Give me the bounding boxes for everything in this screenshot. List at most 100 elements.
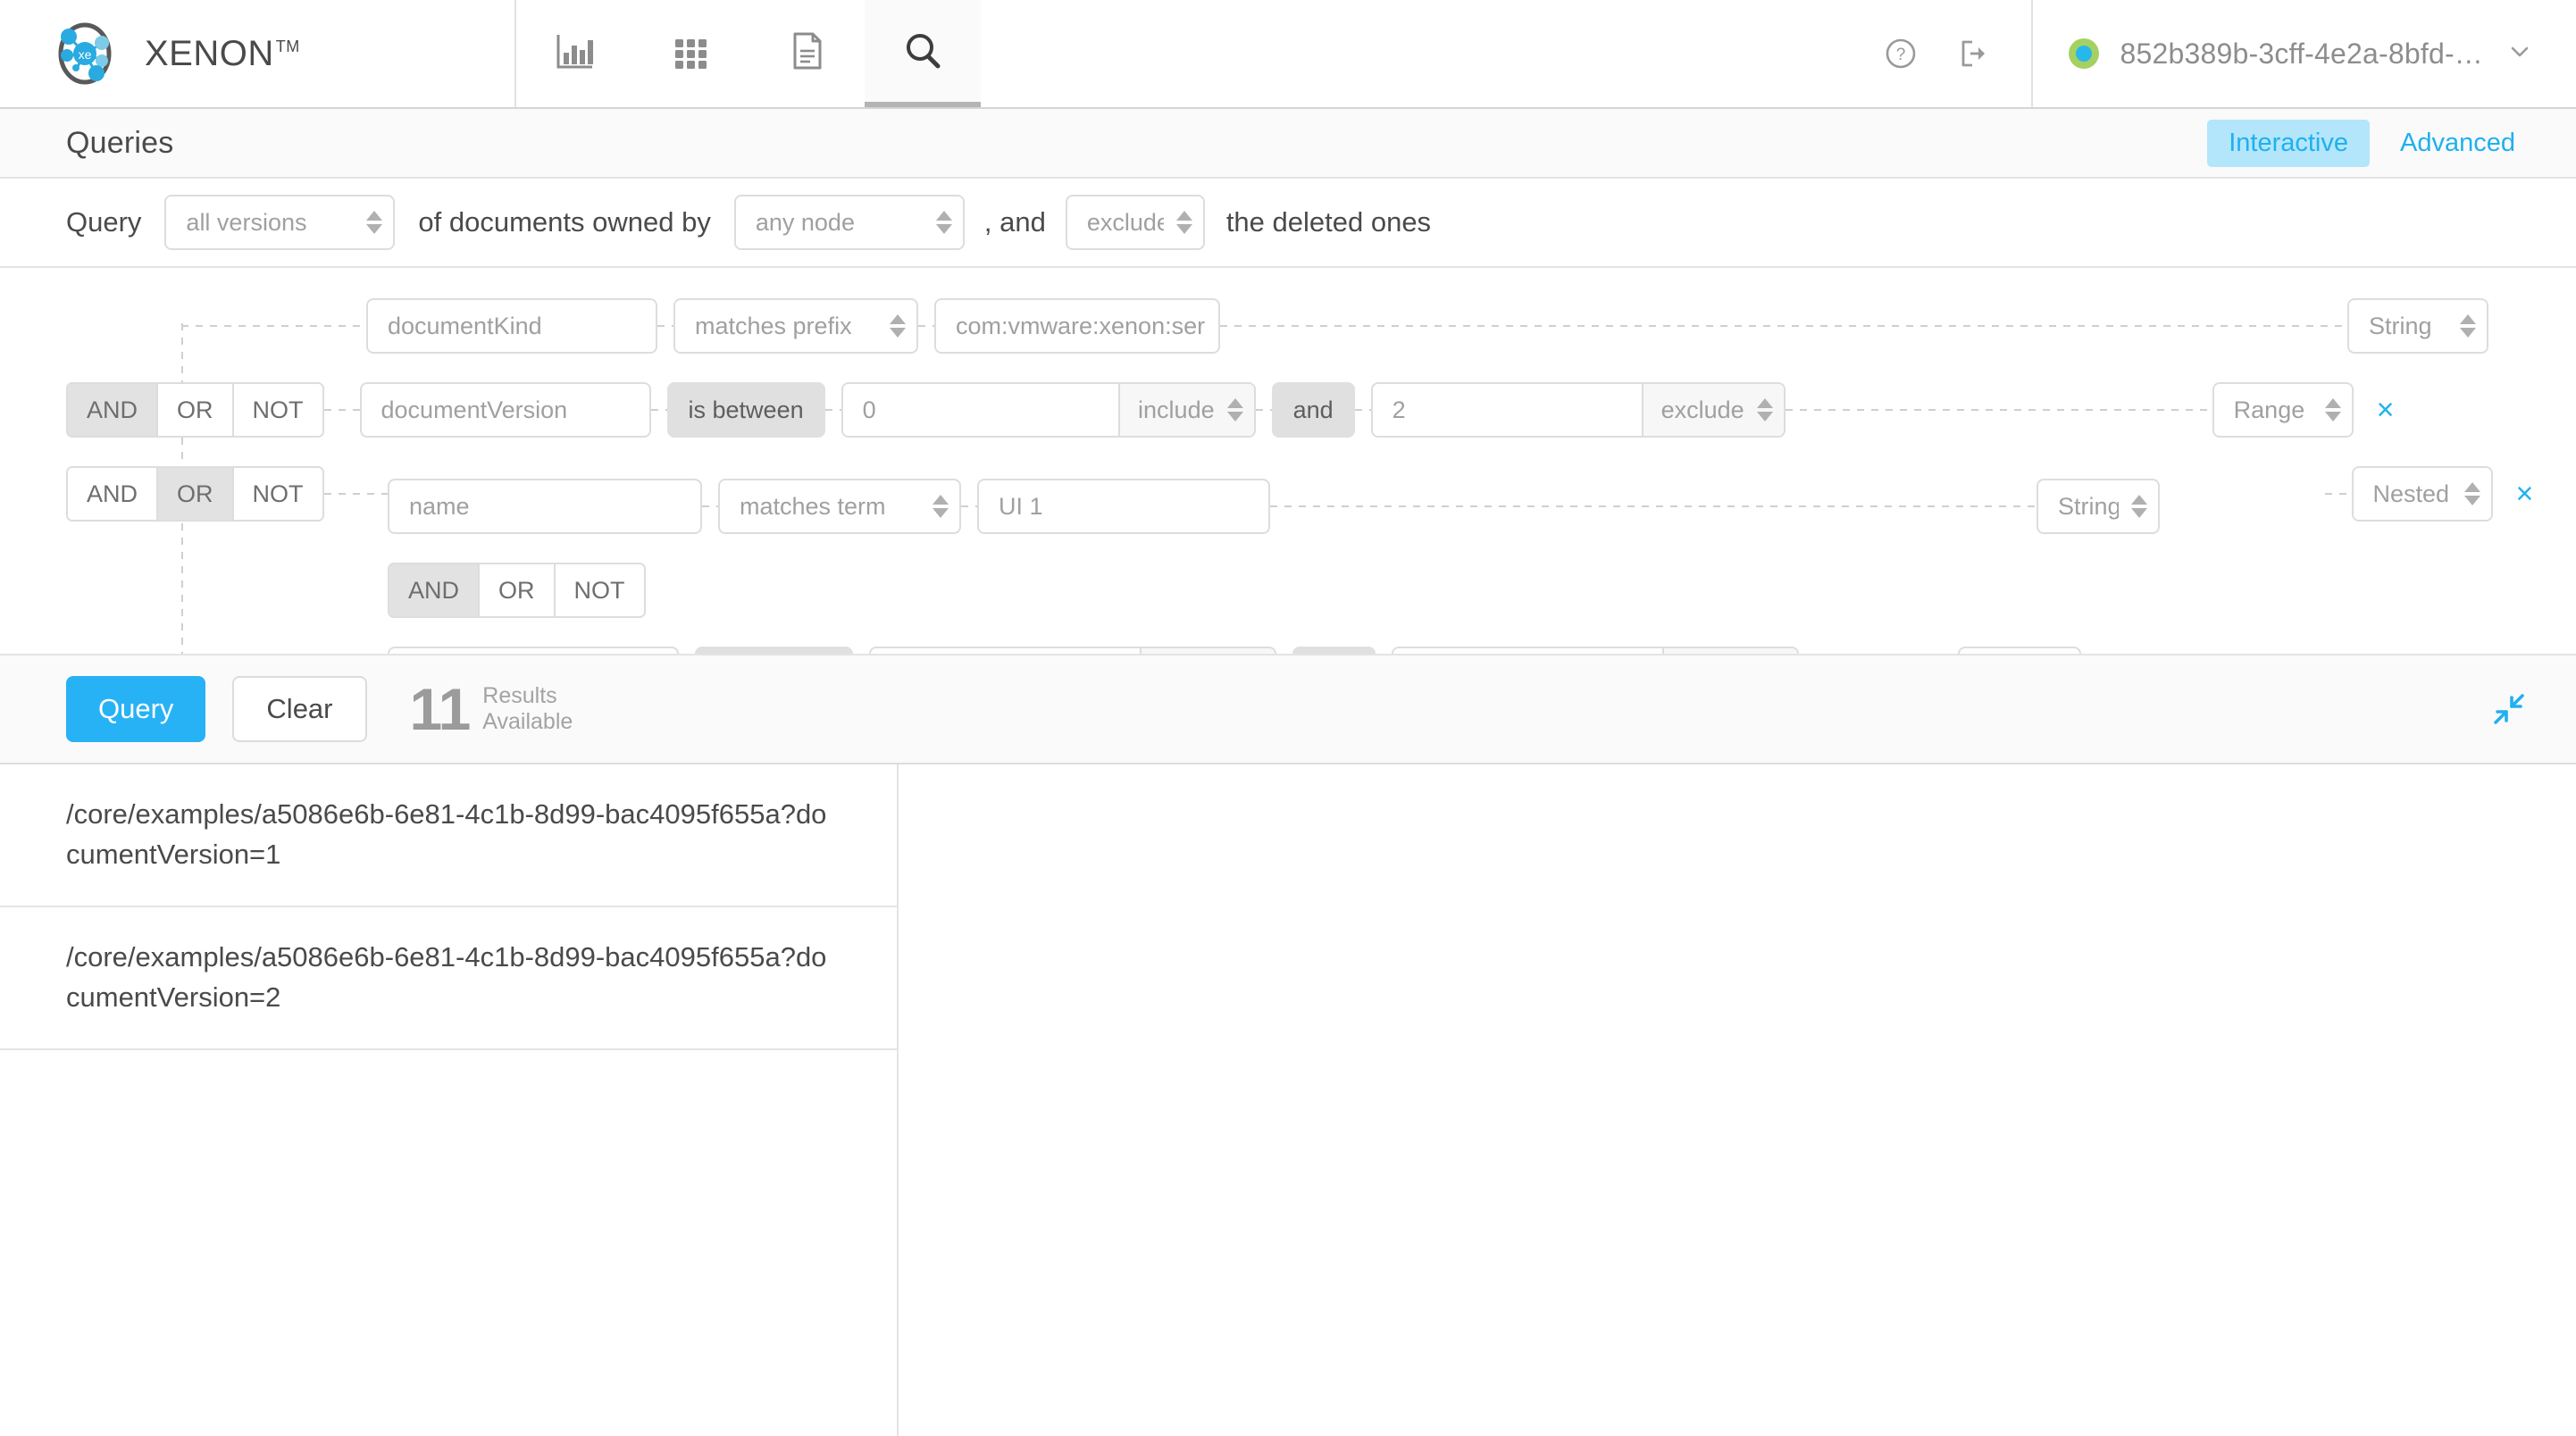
nav-item-apps[interactable] bbox=[632, 0, 749, 107]
spinner-icon bbox=[933, 495, 949, 518]
deleted-filter-select[interactable]: exclude bbox=[1065, 195, 1205, 250]
document-icon bbox=[783, 28, 830, 74]
operator-value: matches term bbox=[740, 492, 886, 520]
range-joiner-document-update-time: and bbox=[1292, 647, 1376, 655]
remove-clause-document-version[interactable]: × bbox=[2377, 395, 2395, 425]
operator-value: matches prefix bbox=[695, 312, 852, 339]
spinner-icon bbox=[366, 211, 383, 234]
logic-option-or[interactable]: OR bbox=[158, 384, 234, 436]
header-spacer bbox=[981, 0, 1881, 107]
brand-name-text: XENON bbox=[145, 33, 274, 73]
spinner-icon bbox=[2460, 314, 2476, 338]
range-to-bound-select[interactable]: exclude bbox=[1641, 384, 1784, 436]
header-actions: ? bbox=[1881, 0, 2033, 107]
spinner-icon bbox=[890, 314, 906, 338]
versions-select-value: all versions bbox=[186, 208, 307, 236]
sentence-prefix: Query bbox=[66, 206, 142, 238]
list-item[interactable]: /core/examples/a5086e6b-6e81-4c1b-8d99-b… bbox=[0, 907, 897, 1050]
type-select-nested-group[interactable]: Nested bbox=[2351, 466, 2493, 522]
field-input-document-version[interactable]: documentVersion bbox=[359, 382, 651, 438]
logic-toggle-nested-group: AND OR NOT bbox=[66, 466, 324, 522]
logic-toggle-document-version: AND OR NOT bbox=[66, 382, 324, 438]
run-query-button[interactable]: Query bbox=[66, 676, 206, 743]
operator-select-name[interactable]: matches term bbox=[718, 479, 961, 534]
type-select-name[interactable]: String bbox=[2037, 479, 2160, 534]
spinner-icon bbox=[1226, 398, 1243, 422]
logic-option-and[interactable]: AND bbox=[389, 564, 481, 616]
type-select-document-update-time[interactable]: Range bbox=[1958, 647, 2082, 655]
logic-option-not[interactable]: NOT bbox=[233, 384, 322, 436]
nav-item-documents[interactable] bbox=[749, 0, 865, 107]
brand-trademark: TM bbox=[275, 38, 300, 56]
range-from-document-update-time: 1474819981773000 include bbox=[869, 647, 1277, 655]
tab-interactive[interactable]: Interactive bbox=[2207, 119, 2370, 167]
field-input-document-kind[interactable]: documentKind bbox=[366, 298, 657, 354]
clear-query-button[interactable]: Clear bbox=[232, 676, 367, 743]
app-header: xe XENON TM ? 852b389b-3cff-4e2a-8bfd-… bbox=[0, 0, 2576, 109]
list-item[interactable]: /core/examples/a5086e6b-6e81-4c1b-8d99-b… bbox=[0, 764, 897, 907]
nav-item-dashboard[interactable] bbox=[516, 0, 632, 107]
value-input-document-kind[interactable]: com:vmware:xenon:ser bbox=[934, 298, 1220, 354]
results-toolbar: Query Clear 11 Results Available bbox=[0, 655, 2576, 765]
node-selector[interactable]: 852b389b-3cff-4e2a-8bfd-… bbox=[2033, 0, 2576, 107]
field-input-document-update-time[interactable]: documentUpdateTimeM bbox=[388, 647, 679, 655]
tab-advanced[interactable]: Advanced bbox=[2379, 120, 2537, 167]
field-value: name bbox=[409, 492, 470, 520]
connector-dots bbox=[2324, 493, 2352, 495]
operator-select-document-kind[interactable]: matches prefix bbox=[673, 298, 918, 354]
results-count-label: Results Available bbox=[482, 683, 573, 736]
results-count: 11 Results Available bbox=[410, 680, 573, 739]
logic-row-nested-child: AND OR NOT bbox=[388, 563, 646, 618]
logic-option-and[interactable]: AND bbox=[68, 384, 159, 436]
range-from-bound-select[interactable]: include bbox=[1118, 384, 1254, 436]
query-sentence-row: Query all versions of documents owned by… bbox=[0, 179, 2576, 268]
brand-name: XENON TM bbox=[145, 34, 300, 74]
results-count-label-line2: Available bbox=[482, 709, 573, 735]
field-input-name[interactable]: name bbox=[388, 479, 702, 534]
range-to-input[interactable]: 2 bbox=[1372, 384, 1642, 436]
page-subheader: Queries Interactive Advanced bbox=[0, 109, 2576, 179]
logic-option-not[interactable]: NOT bbox=[233, 468, 322, 520]
range-from-bound-select[interactable]: include bbox=[1139, 648, 1275, 655]
logic-option-or[interactable]: OR bbox=[480, 564, 556, 616]
value-text: com:vmware:xenon:ser bbox=[956, 312, 1206, 339]
results-count-label-line1: Results bbox=[482, 682, 557, 708]
collapse-icon[interactable] bbox=[2490, 690, 2528, 728]
logic-option-not[interactable]: NOT bbox=[555, 564, 644, 616]
nav-item-query[interactable] bbox=[865, 0, 981, 107]
clause-row-document-update-time: documentUpdateTimeM is between 147481998… bbox=[388, 647, 2120, 655]
type-value: Range bbox=[2233, 396, 2305, 423]
connector-dots bbox=[918, 325, 934, 327]
clause-row-document-version: AND OR NOT documentVersion is between 0 … bbox=[66, 382, 2395, 438]
value-text: UI 1 bbox=[999, 492, 1043, 520]
node-owner-select[interactable]: any node bbox=[733, 195, 965, 250]
logic-option-or[interactable]: OR bbox=[158, 468, 234, 520]
range-to-bound-value: exclude bbox=[1660, 396, 1744, 423]
remove-clause-nested-group[interactable]: × bbox=[2516, 479, 2534, 509]
query-mode-tabs: Interactive Advanced bbox=[2207, 119, 2537, 167]
value-input-name[interactable]: UI 1 bbox=[977, 479, 1270, 534]
spinner-icon bbox=[2131, 495, 2147, 518]
type-select-document-version[interactable]: Range bbox=[2212, 382, 2354, 438]
logout-icon[interactable] bbox=[1954, 34, 1994, 73]
connector-dots bbox=[1255, 409, 1272, 411]
deleted-filter-select-value: exclude bbox=[1086, 208, 1164, 236]
range-from-input[interactable]: 0 bbox=[842, 384, 1119, 436]
sentence-conjunction: , and bbox=[983, 206, 1046, 238]
range-from-input[interactable]: 1474819981773000 bbox=[871, 648, 1140, 655]
search-icon bbox=[899, 28, 946, 74]
logic-option-and[interactable]: AND bbox=[68, 468, 159, 520]
range-to-bound-select[interactable]: include bbox=[1661, 648, 1798, 655]
range-to-input[interactable]: 1474819981773010 bbox=[1393, 648, 1662, 655]
results-list: /core/examples/a5086e6b-6e81-4c1b-8d99-b… bbox=[0, 764, 899, 1436]
versions-select[interactable]: all versions bbox=[164, 195, 396, 250]
type-select-document-kind[interactable]: String bbox=[2347, 298, 2488, 354]
clause-row-name: name matches term UI 1 String bbox=[388, 479, 2160, 534]
type-value: String bbox=[2058, 492, 2119, 520]
range-joiner-document-version: and bbox=[1271, 382, 1355, 438]
spinner-icon bbox=[1756, 398, 1773, 422]
main-nav bbox=[516, 0, 981, 107]
help-circle-icon[interactable]: ? bbox=[1881, 34, 1920, 73]
operator-chip-document-update-time: is between bbox=[695, 647, 854, 655]
node-status-indicator bbox=[2068, 38, 2099, 69]
